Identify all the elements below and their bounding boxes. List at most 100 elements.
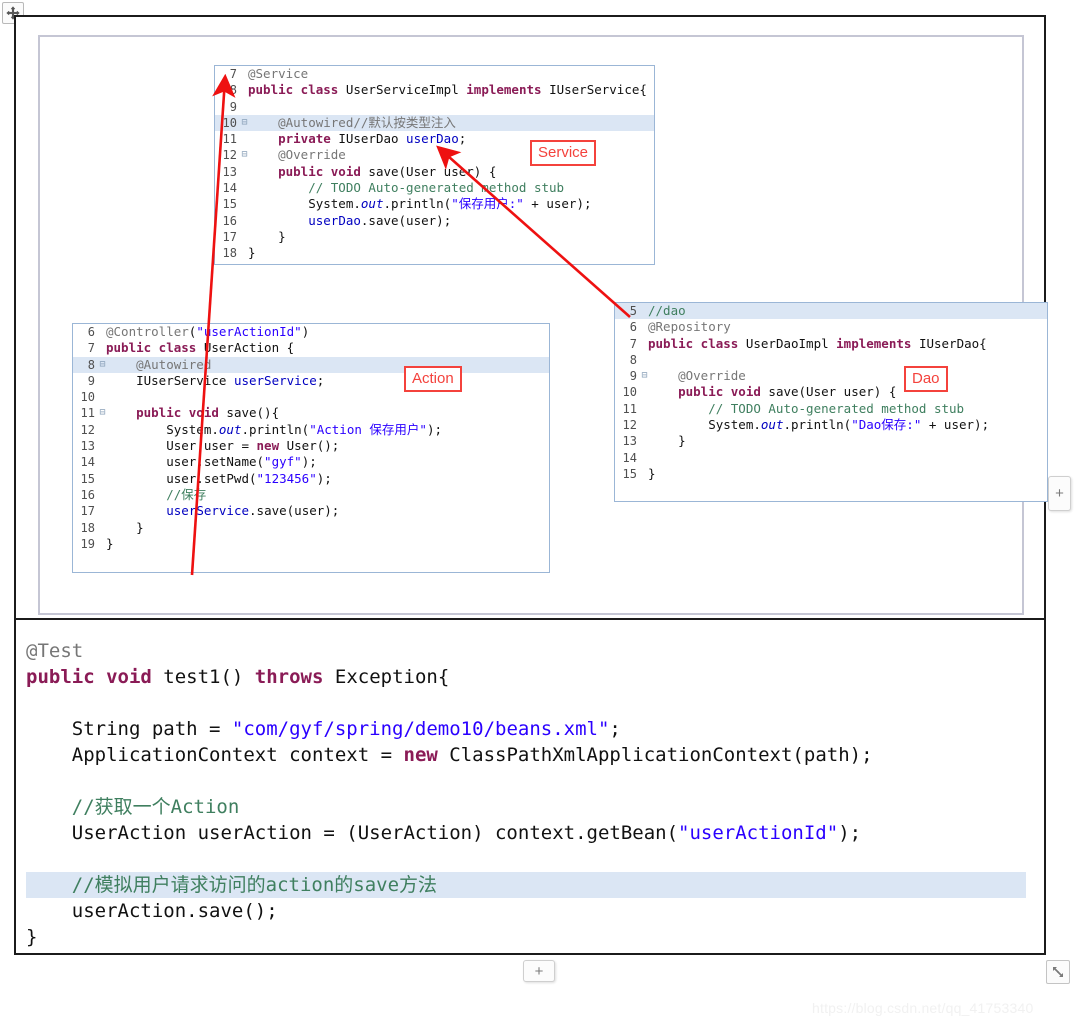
resize-diagonal-icon bbox=[1053, 967, 1063, 977]
line-number: 6 bbox=[87, 325, 95, 339]
code-text: } bbox=[648, 466, 1047, 482]
code-token: UserDaoImpl bbox=[745, 335, 837, 351]
code-token: public void bbox=[248, 163, 369, 179]
code-token: "com/gyf/spring/demo10/beans.xml" bbox=[231, 718, 610, 740]
line-number: 8 bbox=[87, 357, 95, 372]
code-line: 15 user.setPwd("123456"); bbox=[73, 471, 549, 487]
test-code-lines[interactable]: @Test public void test1() throws Exceptio… bbox=[26, 638, 1026, 950]
code-token: userDao bbox=[406, 131, 459, 147]
code-line: 15 System.out.println("保存用户:" + user); bbox=[215, 196, 654, 212]
line-number: 12 bbox=[222, 148, 237, 163]
line-number: 16 bbox=[80, 487, 95, 502]
fold-marker-icon[interactable]: ⊟ bbox=[99, 405, 106, 421]
code-token: public void bbox=[648, 384, 769, 400]
expand-bottom-button[interactable]: + bbox=[523, 960, 555, 982]
bottom-code-panel: @Test public void test1() throws Exceptio… bbox=[16, 620, 1044, 953]
code-text: @Service bbox=[248, 66, 654, 82]
code-text: userService.save(user); bbox=[106, 503, 549, 519]
line-number: 12 bbox=[80, 422, 95, 437]
code-token: User(); bbox=[286, 438, 340, 454]
line-number: 15 bbox=[222, 197, 237, 212]
watermark: https://blog.csdn.net/qq_41753340 bbox=[812, 1000, 1034, 1016]
line-number: 6 bbox=[629, 320, 637, 335]
code-text: User user = new User(); bbox=[106, 438, 549, 454]
code-text: } bbox=[248, 245, 654, 261]
code-text: @Autowired bbox=[106, 357, 549, 373]
code-token: ; bbox=[458, 131, 467, 147]
line-number: 10 bbox=[222, 115, 237, 130]
code-text: public class UserServiceImpl implements … bbox=[248, 82, 654, 98]
line-number: 7 bbox=[87, 341, 95, 356]
code-line: 10 ⊟ @Autowired//默认按类型注入 bbox=[215, 114, 654, 132]
code-token: save(){ bbox=[226, 405, 280, 421]
expand-right-button[interactable]: + bbox=[1048, 476, 1071, 511]
code-token: new bbox=[256, 438, 287, 454]
code-line: 8 bbox=[615, 352, 1047, 368]
code-token: userDao bbox=[308, 212, 361, 228]
line-number: 13 bbox=[622, 434, 637, 449]
line-number: 11 bbox=[80, 406, 95, 421]
code-token: @Test bbox=[26, 640, 84, 662]
code-token: System. bbox=[648, 417, 761, 433]
code-line: 10 public void save(User user) { bbox=[615, 384, 1047, 400]
code-line: 11 ⊟ public void save(){ bbox=[73, 405, 549, 421]
code-token: String path = bbox=[26, 718, 232, 740]
code-token: .println( bbox=[783, 417, 852, 433]
code-token: @Override bbox=[248, 147, 346, 163]
code-line: 17 } bbox=[215, 229, 654, 245]
plus-icon: + bbox=[534, 962, 544, 980]
code-line: 5 //dao bbox=[615, 303, 1047, 320]
code-token: "userActionId" bbox=[196, 324, 302, 339]
code-token: IUserService bbox=[106, 372, 234, 388]
fold-marker-icon[interactable]: ⊟ bbox=[641, 368, 648, 384]
code-text: @Autowired//默认按类型注入 bbox=[248, 115, 654, 131]
line-number: 16 bbox=[222, 213, 237, 228]
code-token: ); bbox=[838, 822, 862, 844]
code-line: userAction.save(); bbox=[26, 898, 1026, 924]
code-token: //模拟用户请求访问的action的save方法 bbox=[26, 874, 438, 896]
code-line: 18 } bbox=[73, 520, 549, 536]
line-number: 14 bbox=[222, 181, 237, 196]
action-code-lines: 6 @Controller("userActionId") 7 public clas… bbox=[73, 324, 549, 552]
fold-marker-icon[interactable]: ⊟ bbox=[241, 147, 248, 163]
code-token: ) bbox=[301, 324, 310, 339]
line-number: 5 bbox=[629, 304, 637, 318]
resize-handle[interactable] bbox=[1046, 960, 1070, 984]
code-line: 17 userService.save(user); bbox=[73, 503, 549, 519]
code-token: @Repository bbox=[648, 319, 731, 335]
line-number: 8 bbox=[629, 352, 637, 367]
code-line: 7 public class UserAction { bbox=[73, 340, 549, 356]
code-line: 15} bbox=[615, 466, 1047, 482]
code-token: out bbox=[760, 417, 784, 433]
code-line: 19} bbox=[73, 536, 549, 552]
code-token: @Controller bbox=[106, 324, 189, 339]
code-token: "gyf" bbox=[264, 454, 302, 470]
code-token: UserAction userAction = (UserAction) con… bbox=[26, 822, 679, 844]
code-token: + user); bbox=[921, 417, 990, 433]
code-line: //模拟用户请求访问的action的save方法 bbox=[26, 872, 1026, 898]
line-number: 9 bbox=[629, 369, 637, 384]
code-token: "123456" bbox=[256, 470, 317, 486]
code-token: ; bbox=[609, 718, 621, 740]
code-line: 9 IUserService userService; bbox=[73, 373, 549, 389]
top-code-panel: 7 @Service 8 public class UserServiceImpl i… bbox=[38, 35, 1048, 615]
code-token: save(User user) { bbox=[368, 163, 497, 179]
code-line: 8 public class UserServiceImpl implements… bbox=[215, 82, 654, 98]
action-code-box[interactable]: 6 @Controller("userActionId") 7 public clas… bbox=[72, 323, 550, 573]
code-text: System.out.println("Action 保存用户"); bbox=[106, 422, 549, 438]
code-token: user.setName( bbox=[106, 454, 265, 470]
line-number: 17 bbox=[80, 504, 95, 519]
code-token: public void bbox=[106, 405, 227, 421]
code-line: 9 ⊟ @Override bbox=[615, 368, 1047, 384]
code-token: //保存 bbox=[106, 486, 207, 502]
dao-tag: Dao bbox=[904, 366, 948, 392]
fold-marker-icon[interactable]: ⊟ bbox=[241, 115, 248, 131]
code-token: @Override bbox=[648, 368, 746, 384]
line-number: 14 bbox=[80, 455, 95, 470]
code-token: throws bbox=[254, 666, 335, 688]
fold-marker-icon[interactable]: ⊟ bbox=[99, 357, 106, 373]
line-number: 19 bbox=[80, 536, 95, 551]
code-token: public class bbox=[648, 335, 746, 351]
dao-code-box[interactable]: 5 //dao 6 @Repository 7 public class UserDaoI… bbox=[614, 302, 1048, 502]
code-line: 14 user.setName("gyf"); bbox=[73, 454, 549, 470]
